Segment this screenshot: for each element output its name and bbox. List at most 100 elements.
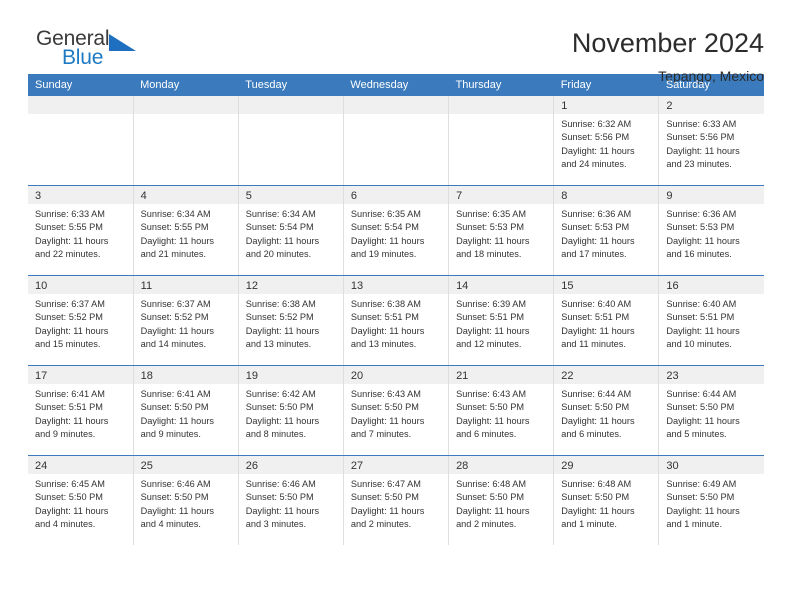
- calendar-day-cell-2[interactable]: 2 Sunrise: 6:33 AM Sunset: 5:56 PM Daylight…: [658, 96, 764, 186]
- day-number: [28, 96, 133, 114]
- calendar-day-cell-21[interactable]: 21 Sunrise: 6:43 AM Sunset: 5:50 PM Dayligh…: [448, 365, 555, 456]
- day-number: 15: [554, 276, 659, 294]
- day-number: 28: [449, 456, 554, 474]
- day-detail-line: and 10 minutes.: [666, 338, 732, 349]
- day-detail-line: Sunset: 5:50 PM: [666, 402, 735, 413]
- calendar-day-cell-10[interactable]: 10 Sunrise: 6:37 AM Sunset: 5:52 PM Dayligh…: [28, 275, 134, 366]
- day-detail-line: and 5 minutes.: [666, 428, 727, 439]
- day-number: 23: [659, 366, 764, 384]
- day-number: [449, 96, 554, 114]
- calendar-day-cell-28[interactable]: 28 Sunrise: 6:48 AM Sunset: 5:50 PM Dayligh…: [448, 455, 555, 545]
- day-detail-line: Daylight: 11 hours: [140, 415, 215, 426]
- day-details: Sunrise: 6:34 AM Sunset: 5:54 PM Daylight:…: [239, 204, 343, 261]
- day-detail-line: Sunrise: 6:37 AM: [140, 299, 211, 309]
- day-detail-line: and 14 minutes.: [140, 338, 207, 349]
- day-detail-line: and 24 minutes.: [561, 158, 627, 169]
- day-number: 21: [449, 366, 554, 384]
- day-details: Sunrise: 6:47 AM Sunset: 5:50 PM Daylight:…: [344, 474, 448, 531]
- day-detail-line: Sunset: 5:52 PM: [245, 312, 314, 323]
- general-blue-logo[interactable]: General Blue: [28, 28, 148, 74]
- calendar-day-cell-12[interactable]: 12 Sunrise: 6:38 AM Sunset: 5:52 PM Dayligh…: [238, 275, 344, 366]
- calendar-week-row: 3 Sunrise: 6:33 AM Sunset: 5:55 PM Daylight…: [28, 185, 764, 276]
- day-detail-line: Sunrise: 6:38 AM: [245, 299, 316, 309]
- day-detail-line: Sunset: 5:50 PM: [245, 492, 314, 503]
- calendar-day-cell-27[interactable]: 27 Sunrise: 6:47 AM Sunset: 5:50 PM Dayligh…: [343, 455, 450, 545]
- calendar-day-cell-16[interactable]: 16 Sunrise: 6:40 AM Sunset: 5:51 PM Dayligh…: [658, 275, 764, 366]
- day-detail-line: Daylight: 11 hours: [245, 505, 320, 516]
- calendar-day-cell-13[interactable]: 13 Sunrise: 6:38 AM Sunset: 5:51 PM Dayligh…: [343, 275, 450, 366]
- calendar-day-cell-17[interactable]: 17 Sunrise: 6:41 AM Sunset: 5:51 PM Dayligh…: [28, 365, 134, 456]
- day-detail-line: and 23 minutes.: [666, 158, 732, 169]
- calendar-day-cell-29[interactable]: 29 Sunrise: 6:48 AM Sunset: 5:50 PM Dayligh…: [553, 455, 660, 545]
- day-detail-line: Sunset: 5:50 PM: [350, 492, 419, 503]
- calendar-day-cell-4[interactable]: 4 Sunrise: 6:34 AM Sunset: 5:55 PM Daylight…: [133, 185, 239, 276]
- day-detail-line: Daylight: 11 hours: [666, 325, 740, 336]
- calendar-day-cell-19[interactable]: 19 Sunrise: 6:42 AM Sunset: 5:50 PM Dayligh…: [238, 365, 344, 456]
- calendar-day-cell-24[interactable]: 24 Sunrise: 6:45 AM Sunset: 5:50 PM Dayligh…: [28, 455, 134, 545]
- calendar-day-cell-22[interactable]: 22 Sunrise: 6:44 AM Sunset: 5:50 PM Dayligh…: [553, 365, 660, 456]
- day-detail-line: Sunrise: 6:41 AM: [140, 389, 211, 399]
- day-detail-line: Sunset: 5:52 PM: [35, 312, 103, 323]
- day-number: 12: [238, 276, 343, 294]
- day-number: 24: [28, 456, 133, 474]
- calendar-day-cell-5[interactable]: 5 Sunrise: 6:34 AM Sunset: 5:54 PM Daylight…: [238, 185, 344, 276]
- day-detail-line: Sunrise: 6:47 AM: [350, 479, 421, 489]
- calendar-day-cell-7[interactable]: 7 Sunrise: 6:35 AM Sunset: 5:53 PM Daylight…: [448, 185, 555, 276]
- calendar-day-cell-30[interactable]: 30 Sunrise: 6:49 AM Sunset: 5:50 PM Dayligh…: [658, 455, 764, 545]
- day-detail-line: Sunset: 5:50 PM: [456, 402, 524, 413]
- day-number: 14: [449, 276, 554, 294]
- day-detail-line: Sunset: 5:51 PM: [456, 312, 524, 323]
- calendar-day-cell-6[interactable]: 6 Sunrise: 6:35 AM Sunset: 5:54 PM Daylight…: [343, 185, 450, 276]
- calendar-day-cell-8[interactable]: 8 Sunrise: 6:36 AM Sunset: 5:53 PM Daylight…: [553, 185, 660, 276]
- day-detail-line: Daylight: 11 hours: [666, 145, 740, 156]
- day-detail-line: Sunset: 5:53 PM: [666, 222, 735, 233]
- day-details: Sunrise: 6:45 AM Sunset: 5:50 PM Daylight:…: [28, 474, 133, 531]
- calendar-day-cell-3[interactable]: 3 Sunrise: 6:33 AM Sunset: 5:55 PM Daylight…: [28, 185, 134, 276]
- day-detail-line: Daylight: 11 hours: [35, 505, 109, 516]
- day-detail-line: Sunrise: 6:33 AM: [666, 119, 737, 129]
- calendar-day-cell-9[interactable]: 9 Sunrise: 6:36 AM Sunset: 5:53 PM Daylight…: [658, 185, 764, 276]
- day-number: 18: [133, 366, 238, 384]
- day-detail-line: Sunrise: 6:36 AM: [666, 209, 737, 219]
- calendar-day-cell-20[interactable]: 20 Sunrise: 6:43 AM Sunset: 5:50 PM Dayligh…: [343, 365, 450, 456]
- day-detail-line: and 21 minutes.: [140, 248, 207, 259]
- day-detail-line: Daylight: 11 hours: [245, 415, 320, 426]
- page-header: General Blue November 2024 Tepango, Mexi…: [28, 0, 764, 84]
- day-number: 29: [554, 456, 659, 474]
- calendar-day-cell-25[interactable]: 25 Sunrise: 6:46 AM Sunset: 5:50 PM Dayligh…: [133, 455, 239, 545]
- day-number: [238, 96, 343, 114]
- day-number: 6: [343, 186, 449, 204]
- logo-text-blue: Blue: [62, 46, 104, 69]
- day-detail-line: Sunrise: 6:39 AM: [456, 299, 527, 309]
- calendar-day-cell-14[interactable]: 14 Sunrise: 6:39 AM Sunset: 5:51 PM Dayligh…: [448, 275, 555, 366]
- day-detail-line: and 1 minute.: [666, 518, 723, 529]
- day-detail-line: and 9 minutes.: [35, 428, 96, 439]
- day-detail-line: Sunrise: 6:38 AM: [350, 299, 421, 309]
- day-details: Sunrise: 6:49 AM Sunset: 5:50 PM Daylight:…: [659, 474, 764, 531]
- weekday-header-tuesday: Tuesday: [238, 74, 344, 96]
- day-detail-line: Sunrise: 6:33 AM: [35, 209, 105, 219]
- calendar-day-cell-1[interactable]: 1 Sunrise: 6:32 AM Sunset: 5:56 PM Daylight…: [553, 96, 660, 186]
- logo-triangle-icon: [109, 34, 136, 51]
- calendar-week-row: 10 Sunrise: 6:37 AM Sunset: 5:52 PM Dayligh…: [28, 275, 764, 366]
- day-number: 4: [133, 186, 238, 204]
- day-detail-line: Sunset: 5:50 PM: [35, 492, 103, 503]
- day-detail-line: Sunrise: 6:46 AM: [245, 479, 316, 489]
- calendar-day-cell-15[interactable]: 15 Sunrise: 6:40 AM Sunset: 5:51 PM Dayligh…: [553, 275, 660, 366]
- calendar-week-row: 17 Sunrise: 6:41 AM Sunset: 5:51 PM Dayligh…: [28, 365, 764, 456]
- weekday-header-monday: Monday: [133, 74, 239, 96]
- day-number: 3: [28, 186, 133, 204]
- day-detail-line: Daylight: 11 hours: [456, 415, 530, 426]
- day-detail-line: Sunset: 5:51 PM: [350, 312, 419, 323]
- day-number: 16: [659, 276, 764, 294]
- calendar-day-cell-18[interactable]: 18 Sunrise: 6:41 AM Sunset: 5:50 PM Dayligh…: [133, 365, 239, 456]
- day-number: 17: [28, 366, 133, 384]
- day-detail-line: Sunrise: 6:35 AM: [350, 209, 421, 219]
- calendar-day-cell-26[interactable]: 26 Sunrise: 6:46 AM Sunset: 5:50 PM Dayligh…: [238, 455, 344, 545]
- day-detail-line: Daylight: 11 hours: [245, 235, 320, 246]
- day-detail-line: and 2 minutes.: [456, 518, 517, 529]
- calendar-day-cell-11[interactable]: 11 Sunrise: 6:37 AM Sunset: 5:52 PM Dayligh…: [133, 275, 239, 366]
- day-detail-line: Sunset: 5:53 PM: [456, 222, 524, 233]
- day-detail-line: Sunrise: 6:37 AM: [35, 299, 105, 309]
- calendar-day-cell-23[interactable]: 23 Sunrise: 6:44 AM Sunset: 5:50 PM Dayligh…: [658, 365, 764, 456]
